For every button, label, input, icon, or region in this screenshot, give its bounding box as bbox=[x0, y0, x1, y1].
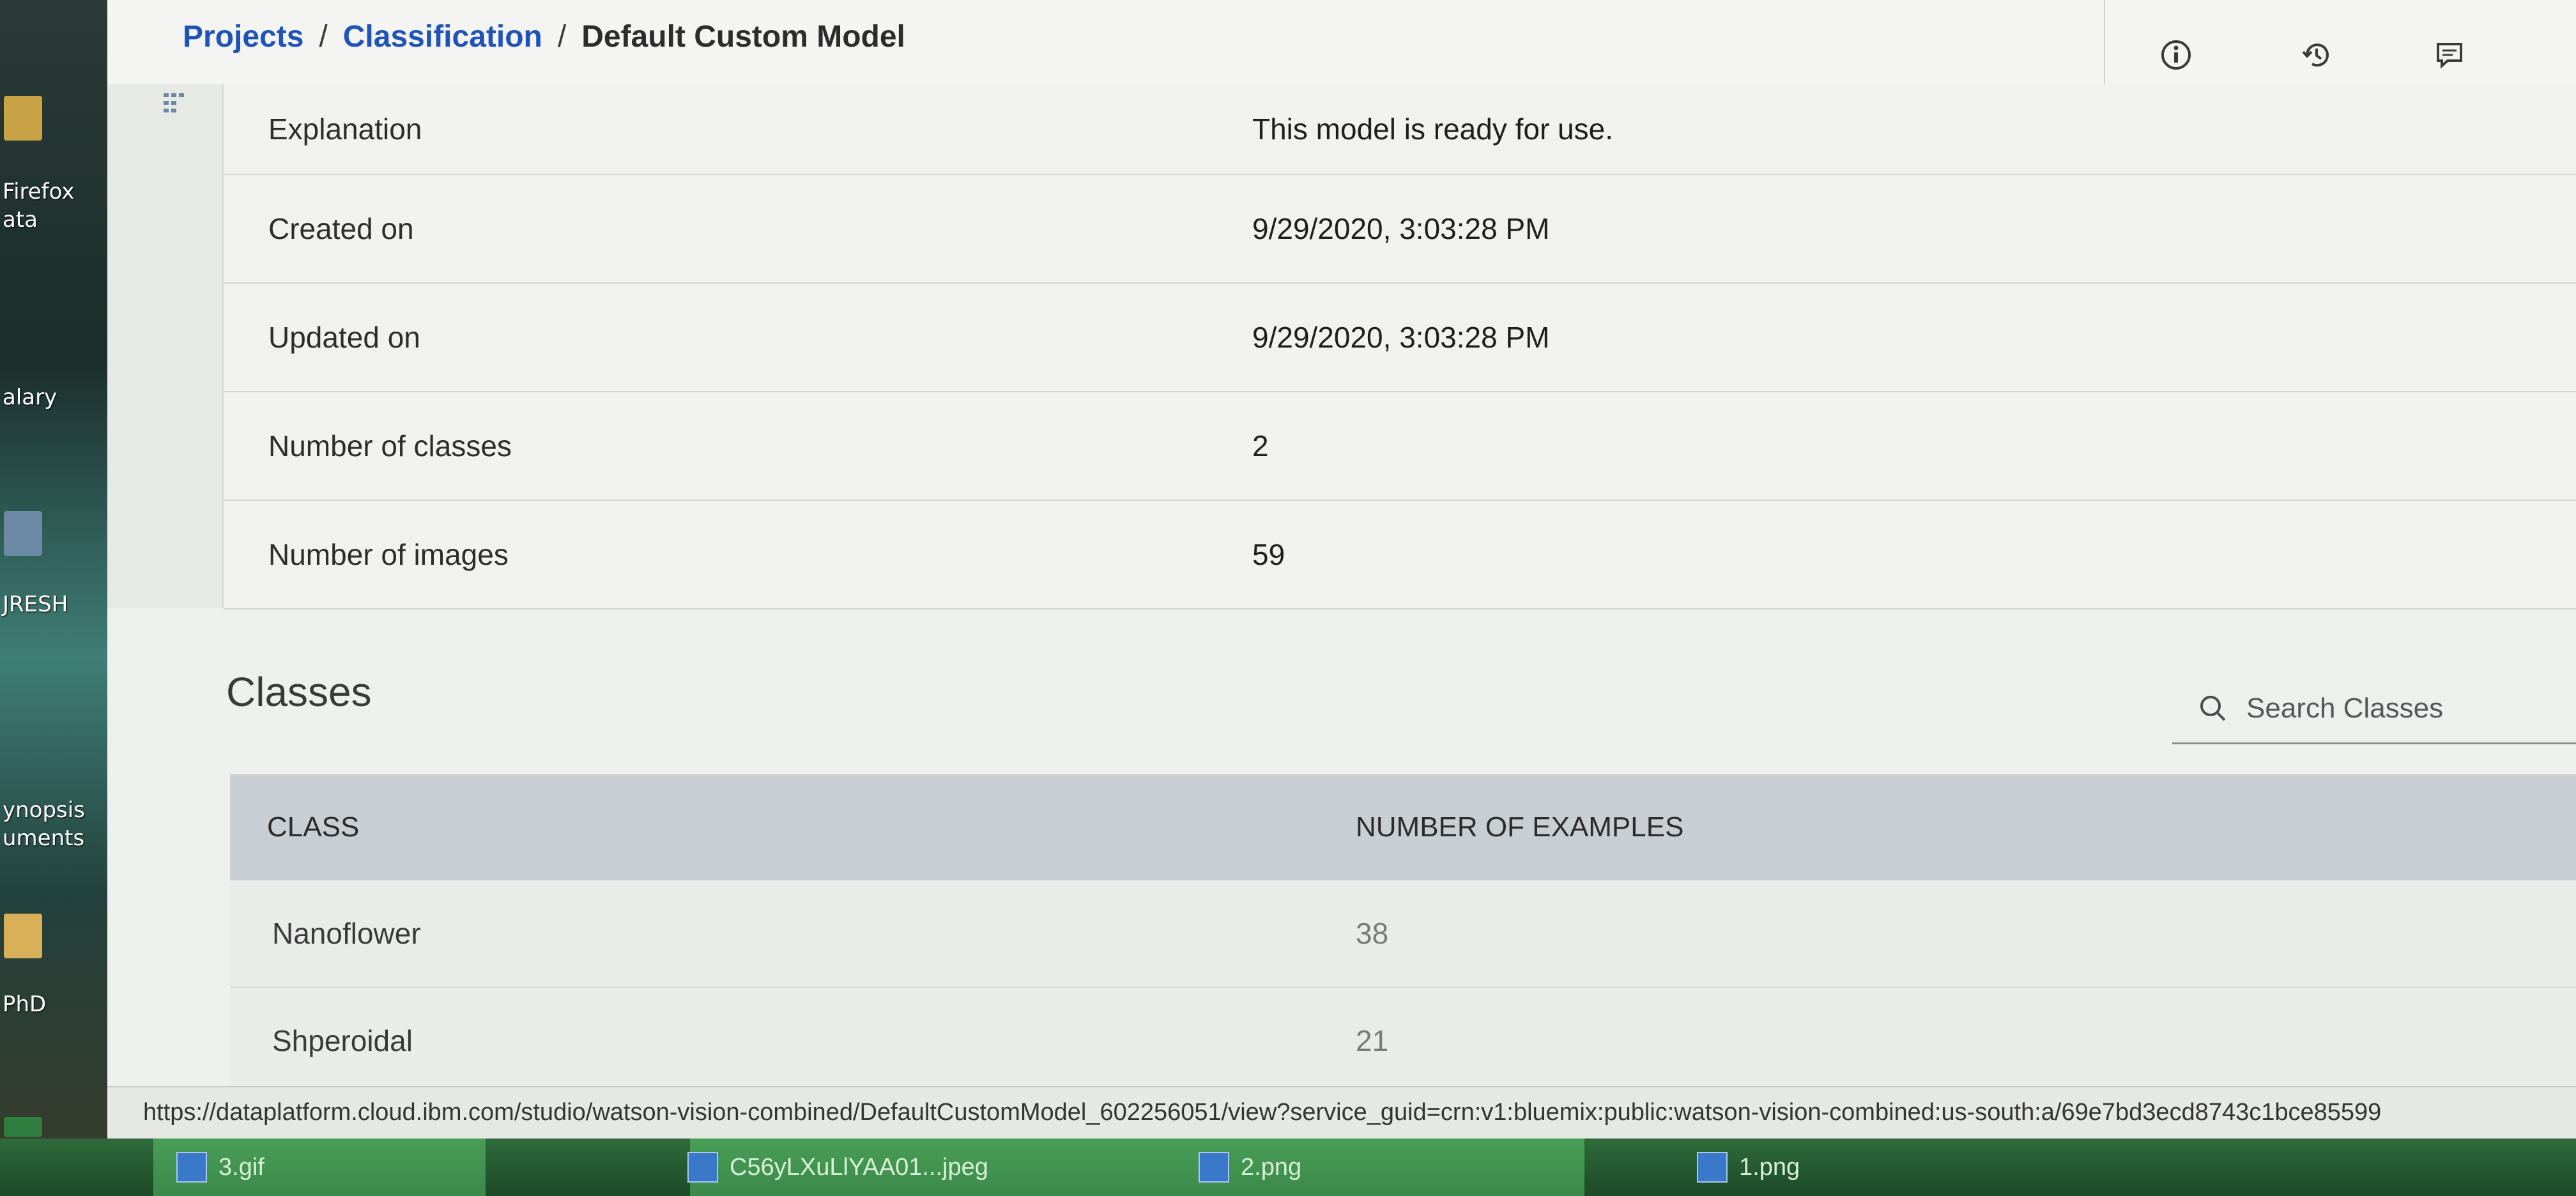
class-examples-cell: 38 bbox=[1356, 917, 1389, 950]
left-side-rail bbox=[107, 84, 224, 608]
excel-file-icon[interactable] bbox=[4, 1117, 42, 1137]
detail-label: Number of images bbox=[268, 538, 509, 571]
table-row[interactable]: Shperoidal 21 bbox=[230, 988, 2576, 1095]
model-details-table: Explanation This model is ready for use.… bbox=[224, 84, 2576, 610]
info-icon[interactable] bbox=[2158, 37, 2194, 73]
desktop-icon-label: PhD bbox=[3, 992, 47, 1017]
detail-row-created-on: Created on 9/29/2020, 3:03:28 PM bbox=[224, 175, 2576, 284]
detail-row-updated-on: Updated on 9/29/2020, 3:03:28 PM bbox=[224, 284, 2576, 392]
taskbar-item[interactable]: 2.png bbox=[1188, 1146, 1312, 1188]
desktop-background: Firefox ata alary JRESH ynopsis uments P… bbox=[0, 0, 107, 1196]
breadcrumb-separator: / bbox=[557, 20, 567, 54]
detail-value: This model is ready for use. bbox=[1252, 112, 1614, 146]
column-header-class[interactable]: CLASS bbox=[267, 811, 359, 843]
network-shortcut-icon[interactable] bbox=[4, 511, 42, 556]
detail-value: 59 bbox=[1252, 538, 1285, 571]
image-file-icon bbox=[1697, 1152, 1728, 1183]
breadcrumb-link-classification[interactable]: Classification bbox=[343, 19, 542, 54]
desktop-icon-label: ynopsis uments bbox=[3, 797, 85, 851]
table-header-row: CLASS NUMBER OF EXAMPLES bbox=[230, 774, 2576, 880]
taskbar-item-label: 3.gif bbox=[218, 1153, 264, 1181]
desktop-icon-label: JRESH bbox=[3, 592, 68, 617]
feedback-icon[interactable] bbox=[2432, 37, 2467, 73]
status-url-text: https://dataplatform.cloud.ibm.com/studi… bbox=[143, 1099, 2382, 1126]
detail-value: 2 bbox=[1252, 429, 1269, 463]
header-divider bbox=[2104, 0, 2105, 84]
detail-row-number-of-classes: Number of classes 2 bbox=[224, 392, 2576, 501]
breadcrumb-link-projects[interactable]: Projects bbox=[183, 19, 303, 54]
breadcrumb-current-page: Default Custom Model bbox=[581, 20, 905, 54]
image-file-icon bbox=[176, 1152, 207, 1183]
image-file-icon bbox=[687, 1152, 718, 1183]
table-row[interactable]: Nanoflower 38 bbox=[230, 880, 2576, 988]
history-icon[interactable] bbox=[2299, 37, 2334, 73]
detail-value: 9/29/2020, 3:03:28 PM bbox=[1252, 212, 1550, 245]
detail-label: Created on bbox=[268, 212, 414, 245]
page-header: Projects / Classification / Default Cust… bbox=[107, 0, 2576, 86]
detail-row-number-of-images: Number of images 59 bbox=[224, 501, 2576, 610]
detail-label: Number of classes bbox=[268, 429, 512, 463]
classes-section-title: Classes bbox=[226, 669, 372, 715]
classes-table: CLASS NUMBER OF EXAMPLES Nanoflower 38 S… bbox=[230, 774, 2576, 1095]
desktop-icon-label: alary bbox=[3, 385, 57, 410]
page-content: Projects / Classification / Default Cust… bbox=[107, 0, 2576, 1095]
search-icon bbox=[2200, 696, 2226, 721]
taskbar-item[interactable]: C56yLXuLlYAA01...jpeg bbox=[677, 1146, 999, 1188]
detail-row-explanation: Explanation This model is ready for use. bbox=[224, 84, 2576, 175]
taskbar-item-label: 1.png bbox=[1739, 1153, 1800, 1181]
taskbar-item[interactable]: 1.png bbox=[1687, 1146, 1810, 1188]
desktop-icon-label: Firefox ata bbox=[3, 179, 75, 233]
browser-status-bar: https://dataplatform.cloud.ibm.com/studi… bbox=[107, 1086, 2576, 1140]
search-classes-input[interactable]: Search Classes bbox=[2172, 675, 2576, 744]
column-header-number-of-examples[interactable]: NUMBER OF EXAMPLES bbox=[1356, 811, 1683, 843]
detail-label: Explanation bbox=[268, 112, 422, 146]
class-examples-cell: 21 bbox=[1356, 1024, 1389, 1057]
breadcrumb-separator: / bbox=[319, 20, 328, 54]
taskbar-item-label: C56yLXuLlYAA01...jpeg bbox=[730, 1153, 988, 1181]
breadcrumb: Projects / Classification / Default Cust… bbox=[183, 19, 905, 54]
image-file-icon bbox=[1199, 1152, 1229, 1183]
rail-menu-icon[interactable] bbox=[162, 92, 188, 115]
class-name-cell: Shperoidal bbox=[272, 1024, 413, 1057]
phd-folder-icon[interactable] bbox=[4, 914, 42, 958]
class-name-cell: Nanoflower bbox=[272, 917, 421, 950]
detail-value: 9/29/2020, 3:03:28 PM bbox=[1252, 321, 1550, 354]
taskbar-item[interactable]: 3.gif bbox=[166, 1146, 275, 1188]
firefox-data-folder-icon[interactable] bbox=[4, 96, 42, 141]
taskbar-item-label: 2.png bbox=[1241, 1153, 1302, 1181]
detail-label: Updated on bbox=[268, 321, 420, 354]
search-placeholder: Search Classes bbox=[2246, 693, 2444, 724]
taskbar: 3.gif C56yLXuLlYAA01...jpeg 2.png 1.png bbox=[0, 1138, 2576, 1196]
